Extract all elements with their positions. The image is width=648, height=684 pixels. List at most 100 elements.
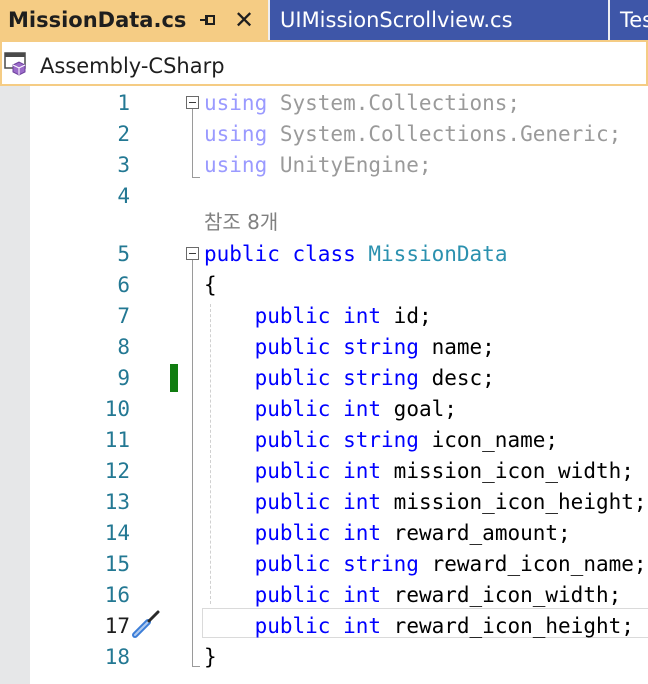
- code-text: UnityEngine;: [267, 153, 432, 177]
- code-line[interactable]: public string icon_name;: [204, 426, 558, 454]
- code-line[interactable]: public int goal;: [204, 395, 457, 423]
- type-name: MissionData: [368, 242, 508, 266]
- line-number: 15: [104, 552, 130, 576]
- code-text: reward_icon_width;: [381, 583, 622, 607]
- code-text: name;: [418, 335, 495, 359]
- keyword: public: [254, 459, 331, 483]
- code-line[interactable]: public int mission_icon_width;: [204, 457, 634, 485]
- code-text: icon_name;: [418, 428, 559, 452]
- tab-label: MissionData.cs: [8, 8, 187, 32]
- keyword: public: [254, 428, 331, 452]
- quick-actions-screwdriver-icon[interactable]: [130, 606, 162, 640]
- tab-label: Tes: [620, 8, 648, 32]
- code-line[interactable]: public string name;: [204, 333, 495, 361]
- fold-guide: [192, 260, 193, 666]
- line-number: 2: [117, 122, 130, 146]
- codelens-references[interactable]: 참조 8개: [204, 208, 278, 236]
- line-number: 1: [117, 91, 130, 115]
- keyword: public: [254, 304, 331, 328]
- line-number: 11: [104, 428, 130, 452]
- line-number: 5: [117, 242, 130, 266]
- code-line[interactable]: using UnityEngine;: [204, 151, 432, 179]
- line-number: 14: [104, 521, 130, 545]
- pin-icon[interactable]: [198, 11, 216, 29]
- code-line[interactable]: using System.Collections;: [204, 89, 520, 117]
- line-number: 3: [117, 153, 130, 177]
- code-text: desc;: [418, 366, 495, 390]
- keyword: public: [254, 366, 331, 390]
- line-number: 18: [104, 645, 130, 669]
- project-name: Assembly-CSharp: [40, 54, 225, 78]
- code-line[interactable]: using System.Collections.Generic;: [204, 120, 621, 148]
- code-line[interactable]: public class MissionData: [204, 240, 507, 268]
- keyword: public: [204, 242, 280, 266]
- code-line[interactable]: public string reward_icon_name;: [204, 550, 647, 578]
- code-text: System.Collections;: [267, 91, 521, 115]
- code-text: mission_icon_width;: [381, 459, 634, 483]
- code-text: mission_icon_height;: [381, 490, 647, 514]
- keyword: public: [254, 614, 331, 638]
- code-line[interactable]: }: [204, 643, 217, 671]
- code-text: }: [204, 645, 217, 669]
- code-line[interactable]: {: [204, 271, 217, 299]
- code-line[interactable]: public int id;: [204, 302, 432, 330]
- close-icon[interactable]: ✕: [234, 5, 254, 35]
- keyword: using: [204, 153, 268, 177]
- keyword: int: [343, 304, 382, 328]
- tab-uimissionscrollview[interactable]: UIMissionScrollview.cs: [270, 0, 608, 40]
- line-number: 10: [104, 397, 130, 421]
- code-line[interactable]: public string desc;: [204, 364, 495, 392]
- keyword: int: [343, 459, 382, 483]
- collapse-toggle[interactable]: [186, 247, 199, 260]
- line-number: 9: [117, 366, 130, 390]
- keyword: int: [343, 521, 382, 545]
- code-line[interactable]: public int mission_icon_height;: [204, 488, 647, 516]
- code-line[interactable]: public int reward_amount;: [204, 519, 571, 547]
- keyword: string: [343, 366, 419, 390]
- line-number: 4: [117, 184, 130, 208]
- keyword: string: [343, 552, 419, 576]
- keyword: int: [343, 490, 382, 514]
- project-icon: [4, 52, 26, 76]
- code-text: goal;: [381, 397, 457, 421]
- keyword: string: [343, 428, 419, 452]
- keyword: public: [254, 335, 331, 359]
- line-number: 7: [117, 304, 130, 328]
- keyword: public: [254, 397, 331, 421]
- line-number: 6: [117, 273, 130, 297]
- keyword: public: [254, 521, 331, 545]
- code-text: reward_icon_name;: [418, 552, 647, 576]
- tab-tes[interactable]: Tes: [610, 0, 648, 40]
- keyword: int: [343, 397, 382, 421]
- collapse-toggle[interactable]: [186, 96, 199, 109]
- code-line[interactable]: public int reward_icon_width;: [204, 581, 622, 609]
- keyword: using: [204, 122, 268, 146]
- code-line-current[interactable]: public int reward_icon_height;: [204, 612, 634, 640]
- line-number: 13: [104, 490, 130, 514]
- keyword: int: [343, 614, 382, 638]
- editor-left-margin: [0, 86, 30, 684]
- line-number: 16: [104, 583, 130, 607]
- tab-missiondata[interactable]: MissionData.cs ✕: [0, 0, 268, 40]
- fold-guide: [192, 109, 193, 177]
- keyword: using: [204, 91, 268, 115]
- keyword: class: [292, 242, 356, 266]
